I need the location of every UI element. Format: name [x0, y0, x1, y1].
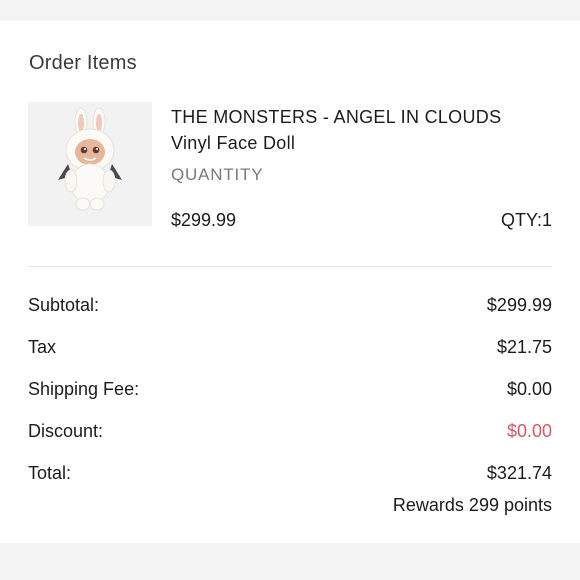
- rewards-points: Rewards 299 points: [392, 495, 552, 515]
- subtotal-row: Subtotal: $299.99: [28, 295, 552, 319]
- shipping-row: Shipping Fee: $0.00: [28, 379, 552, 403]
- tax-label: Tax: [28, 337, 57, 357]
- discount-value: $0.00: [506, 421, 552, 441]
- quantity-label: QUANTITY: [171, 165, 264, 184]
- total-label: Total:: [28, 463, 72, 483]
- shipping-value: $0.00: [506, 379, 552, 399]
- discount-row: Discount: $0.00: [28, 421, 552, 445]
- product-name[interactable]: THE MONSTERS - ANGEL IN CLOUDS Vinyl Fac…: [171, 104, 561, 156]
- subtotal-value: $299.99: [486, 295, 552, 315]
- tax-row: Tax $21.75: [28, 337, 552, 361]
- product-name-line2: Vinyl Face Doll: [171, 133, 296, 153]
- total-value: $321.74: [486, 463, 552, 483]
- shipping-label: Shipping Fee:: [28, 379, 140, 399]
- item-qty: QTY:1: [500, 210, 552, 230]
- tax-value: $21.75: [496, 337, 552, 357]
- product-name-line1: THE MONSTERS - ANGEL IN CLOUDS: [171, 107, 502, 127]
- divider: [28, 266, 552, 267]
- section-title: Order Items: [29, 52, 137, 74]
- subtotal-label: Subtotal:: [28, 295, 100, 315]
- item-price: $299.99: [171, 210, 237, 230]
- total-row: Total: $321.74: [28, 463, 552, 487]
- discount-label: Discount:: [28, 421, 104, 441]
- product-thumbnail[interactable]: [28, 102, 152, 226]
- figure-doll-image: [58, 107, 122, 211]
